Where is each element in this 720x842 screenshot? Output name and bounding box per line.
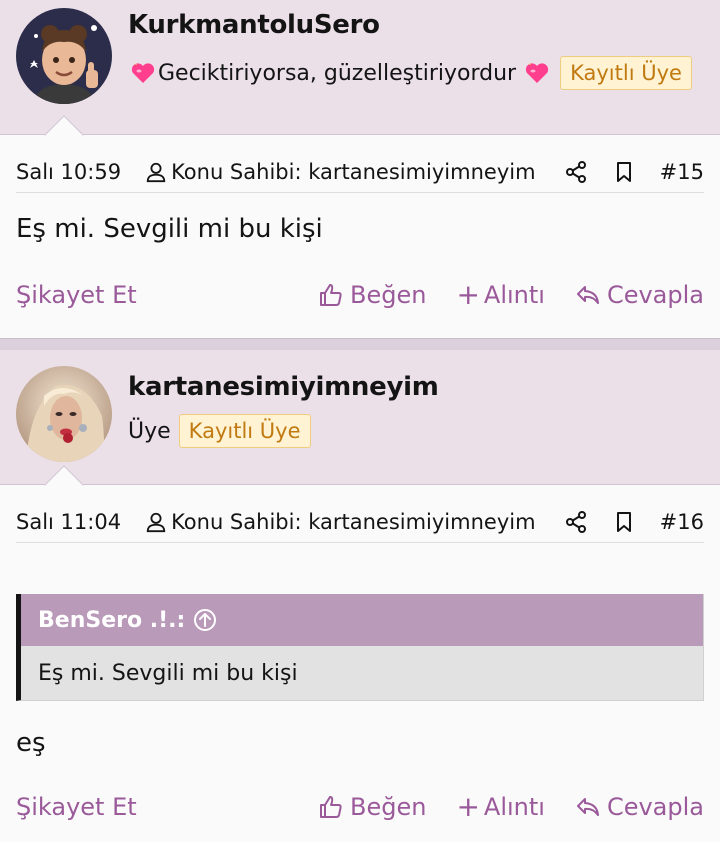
quote-label: Alıntı [483, 793, 545, 821]
quote-text: Eş mi. Sevgili mi bu kişi [38, 660, 298, 686]
quote-author: BenSero .!.: [38, 607, 186, 633]
heart-icon [131, 63, 155, 83]
username[interactable]: kartanesimiyimneyim [128, 372, 439, 402]
post-number[interactable]: #16 [660, 510, 704, 534]
post-time[interactable]: Salı 10:59 [16, 160, 121, 184]
user-icon [146, 162, 166, 182]
reply-icon [576, 286, 599, 304]
user-header: KurkmantoluSero Geciktiriyorsa, güzelleş… [0, 0, 720, 135]
user-title-row: Geciktiriyorsa, güzelleştiriyordur Kayıt… [128, 53, 692, 93]
quote-button[interactable]: + Alıntı [456, 790, 545, 823]
thread-owner: Konu Sahibi: kartanesimiyimneyim [145, 160, 536, 184]
post-actions: Şikayet Et Beğen + Alıntı Cevapla [16, 275, 704, 315]
heart-icon [525, 63, 549, 83]
quote-header[interactable]: BenSero .!.: [21, 594, 703, 646]
reply-label: Cevapla [606, 281, 704, 309]
share-icon [565, 160, 586, 183]
share-button[interactable] [564, 160, 588, 184]
thread-owner-label: Konu Sahibi: kartanesimiyimneyim [171, 509, 536, 534]
share-button[interactable] [564, 510, 588, 534]
user-title: Üye [128, 418, 171, 444]
user-icon [146, 512, 166, 532]
thumbs-up-icon [319, 796, 342, 818]
like-label: Beğen [349, 793, 427, 821]
reply-icon [576, 798, 599, 816]
bookmark-button[interactable] [612, 160, 636, 184]
post-time[interactable]: Salı 11:04 [16, 510, 121, 534]
bookmark-icon [616, 511, 631, 532]
like-label: Beğen [349, 281, 427, 309]
status-badge: Kayıtlı Üye [560, 56, 692, 90]
post-tools: #16 [564, 510, 704, 534]
like-button[interactable]: Beğen [318, 281, 426, 309]
quote-button[interactable]: + Alıntı [456, 278, 545, 311]
post-tools: #15 [564, 160, 704, 184]
report-button[interactable]: Şikayet Et [16, 281, 137, 309]
post-body: eş [16, 728, 46, 758]
photo-avatar-icon [16, 366, 112, 462]
user-title: Geciktiriyorsa, güzelleştiriyordur [128, 61, 552, 86]
bookmark-icon [616, 161, 631, 182]
avatar[interactable] [16, 366, 112, 462]
avatar[interactable] [16, 8, 112, 104]
status-badge: Kayıtlı Üye [178, 414, 311, 448]
post-number[interactable]: #15 [660, 160, 704, 184]
quote-label: Alıntı [483, 281, 545, 309]
arrow-up-circle-icon[interactable] [193, 608, 217, 632]
like-button[interactable]: Beğen [318, 793, 426, 821]
post-actions: Şikayet Et Beğen + Alıntı Cevapla [16, 787, 704, 827]
bookmark-button[interactable] [612, 510, 636, 534]
memoji-avatar-icon [16, 8, 112, 104]
post-divider [0, 338, 720, 350]
plus-icon: + [456, 278, 480, 311]
share-icon [565, 510, 586, 533]
post-body: Eş mi. Sevgili mi bu kişi [16, 214, 323, 244]
user-title-row: Üye Kayıtlı Üye [128, 411, 311, 451]
reply-label: Cevapla [606, 793, 704, 821]
username[interactable]: KurkmantoluSero [128, 10, 380, 40]
post-meta: Salı 10:59 Konu Sahibi: kartanesimiyimne… [16, 151, 704, 193]
user-header: kartanesimiyimneyim Üye Kayıtlı Üye [0, 350, 720, 485]
post-meta: Salı 11:04 Konu Sahibi: kartanesimiyimne… [16, 501, 704, 543]
reply-button[interactable]: Cevapla [575, 281, 704, 309]
thread-owner: Konu Sahibi: kartanesimiyimneyim [145, 510, 536, 534]
reply-button[interactable]: Cevapla [575, 793, 704, 821]
user-title-text: Geciktiriyorsa, güzelleştiriyordur [158, 60, 517, 86]
post-15: KurkmantoluSero Geciktiriyorsa, güzelleş… [0, 0, 720, 338]
report-button[interactable]: Şikayet Et [16, 793, 137, 821]
thumbs-up-icon [319, 284, 342, 306]
plus-icon: + [456, 790, 480, 823]
thread-owner-label: Konu Sahibi: kartanesimiyimneyim [171, 159, 536, 184]
quote-block: BenSero .!.: Eş mi. Sevgili mi bu kişi [16, 594, 704, 701]
